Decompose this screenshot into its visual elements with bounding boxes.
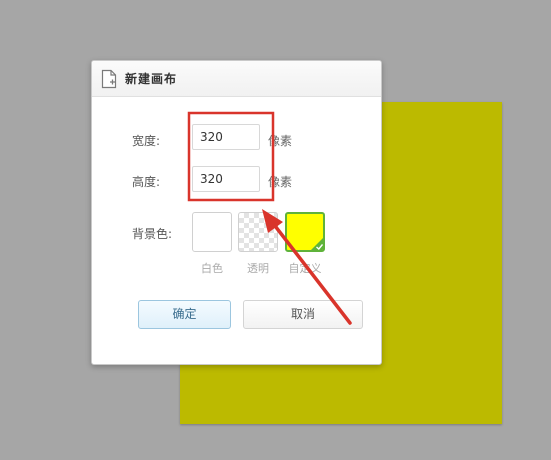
transparent-swatch[interactable] xyxy=(238,212,278,252)
height-unit: 像素 xyxy=(268,175,293,189)
dialog-title: 新建画布 xyxy=(125,72,178,86)
transparent-swatch-label: 透明 xyxy=(247,262,269,275)
height-label: 高度: xyxy=(132,175,161,189)
height-input[interactable] xyxy=(192,166,260,192)
width-label: 宽度: xyxy=(132,134,161,148)
white-swatch[interactable] xyxy=(192,212,232,252)
background-color-label: 背景色: xyxy=(132,227,173,241)
cancel-button[interactable]: 取消 xyxy=(243,300,363,329)
width-input[interactable] xyxy=(192,124,260,150)
new-canvas-dialog: 新建画布 宽度: 像素 高度: 像素 背景色: 白色 透明 自定义 确定 取消 xyxy=(91,60,382,365)
check-icon xyxy=(311,238,323,250)
confirm-button[interactable]: 确定 xyxy=(138,300,231,329)
white-swatch-label: 白色 xyxy=(201,262,223,275)
custom-swatch-label: 自定义 xyxy=(288,262,322,275)
width-unit: 像素 xyxy=(268,134,293,148)
new-document-icon xyxy=(101,69,117,89)
dialog-header: 新建画布 xyxy=(92,61,381,97)
custom-color-swatch[interactable] xyxy=(285,212,325,252)
